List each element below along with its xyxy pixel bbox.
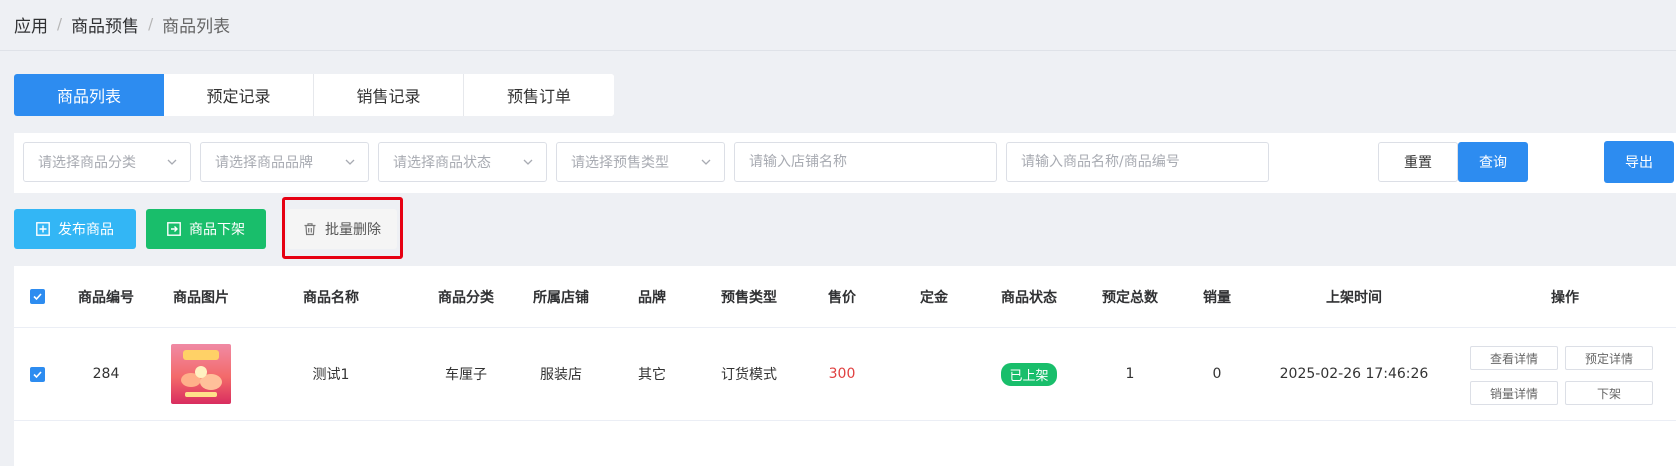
cell-presale-type: 订货模式 <box>721 367 777 383</box>
keyword-field <box>1006 142 1269 182</box>
row-actions: 查看详情 预定详情 销量详情 下架 <box>1470 346 1660 406</box>
chevron-down-icon <box>345 159 355 165</box>
breadcrumb-current: 商品列表 <box>162 16 231 37</box>
presale-type-select-placeholder: 请选择预售类型 <box>571 155 669 171</box>
breadcrumb-separator: / <box>148 15 154 33</box>
brand-select[interactable]: 请选择商品品牌 <box>200 142 369 182</box>
cell-deposit <box>904 328 964 420</box>
chevron-down-icon <box>701 159 711 165</box>
query-button[interactable]: 查询 <box>1458 142 1528 182</box>
category-select[interactable]: 请选择商品分类 <box>23 142 191 182</box>
publish-product-button[interactable]: 发布商品 <box>14 209 136 249</box>
cell-price: 300 <box>828 366 856 382</box>
category-select-placeholder: 请选择商品分类 <box>38 155 136 171</box>
cell-shop: 服装店 <box>540 367 582 383</box>
column-header-id: 商品编号 <box>78 289 134 306</box>
cell-listed-at: 2025-02-26 17:46:26 <box>1279 366 1429 382</box>
plus-square-icon <box>36 222 50 236</box>
export-button[interactable]: 导出 <box>1604 141 1674 183</box>
take-offline-button[interactable]: 下架 <box>1565 381 1653 405</box>
cell-reserved-total: 1 <box>1125 366 1135 382</box>
status-badge: 已上架 <box>1001 362 1057 386</box>
product-table: 商品编号 商品图片 商品名称 商品分类 所属店铺 品牌 预售类型 售价 定金 商… <box>14 266 1676 466</box>
status-select-placeholder: 请选择商品状态 <box>393 155 491 171</box>
row-checkbox[interactable] <box>28 328 46 420</box>
reservation-details-button[interactable]: 预定详情 <box>1565 346 1653 370</box>
select-all-checkbox[interactable] <box>28 266 46 327</box>
cell-status: 已上架 <box>984 328 1074 420</box>
keyword-input[interactable] <box>1021 143 1268 181</box>
header-divider <box>0 50 1676 51</box>
cell-name: 测试1 <box>312 367 350 383</box>
column-header-presale-type: 预售类型 <box>721 289 777 306</box>
cell-brand: 其它 <box>638 367 666 383</box>
column-header-price: 售价 <box>828 289 856 306</box>
column-header-actions: 操作 <box>1551 289 1579 306</box>
shop-name-input[interactable] <box>749 143 996 181</box>
tab-product-list[interactable]: 商品列表 <box>14 74 164 116</box>
brand-select-placeholder: 请选择商品品牌 <box>215 155 313 171</box>
sales-details-button[interactable]: 销量详情 <box>1470 381 1558 405</box>
cell-id: 284 <box>92 366 120 382</box>
presale-type-select[interactable]: 请选择预售类型 <box>556 142 725 182</box>
product-offline-button[interactable]: 商品下架 <box>146 209 266 249</box>
table-row: 284 测试1 车厘子 服装店 其它 订货模式 300 已上架 1 0 2025… <box>14 328 1676 421</box>
product-thumbnail[interactable] <box>171 344 231 404</box>
column-header-reserved-total: 预定总数 <box>1102 289 1158 306</box>
tab-bar: 商品列表 预定记录 销售记录 预售订单 <box>14 74 614 116</box>
column-header-shop: 所属店铺 <box>533 289 589 306</box>
product-offline-label: 商品下架 <box>189 222 245 238</box>
column-header-status: 商品状态 <box>1001 289 1057 306</box>
checkbox-checked-icon <box>29 289 45 304</box>
column-header-brand: 品牌 <box>638 289 666 306</box>
column-header-category: 商品分类 <box>438 289 494 306</box>
chevron-down-icon <box>523 159 533 165</box>
column-header-listed-at: 上架时间 <box>1326 289 1382 306</box>
cell-image <box>156 328 246 420</box>
breadcrumb-app[interactable]: 应用 <box>14 12 48 37</box>
chevron-down-icon <box>167 159 177 165</box>
column-header-deposit: 定金 <box>920 289 948 306</box>
breadcrumb-presale[interactable]: 商品预售 <box>71 12 139 37</box>
table-header: 商品编号 商品图片 商品名称 商品分类 所属店铺 品牌 预售类型 售价 定金 商… <box>14 266 1676 328</box>
column-header-image: 商品图片 <box>173 289 229 306</box>
publish-product-label: 发布商品 <box>58 222 114 238</box>
checkbox-checked-icon <box>29 366 45 382</box>
breadcrumb-separator: / <box>57 15 63 33</box>
tab-sales-records[interactable]: 销售记录 <box>314 74 464 116</box>
filter-bar: 请选择商品分类 请选择商品品牌 请选择商品状态 请选择预售类型 重置 查询 导出 <box>14 133 1676 193</box>
column-header-name: 商品名称 <box>303 289 359 306</box>
highlight-box <box>282 197 403 259</box>
status-select[interactable]: 请选择商品状态 <box>378 142 547 182</box>
column-header-sales: 销量 <box>1203 289 1231 306</box>
cell-sales: 0 <box>1212 366 1222 382</box>
export-box-icon <box>167 222 181 236</box>
tab-presale-orders[interactable]: 预售订单 <box>464 74 614 116</box>
tab-reservation-records[interactable]: 预定记录 <box>164 74 314 116</box>
breadcrumb: 应用 / 商品预售 / 商品列表 <box>14 12 231 37</box>
reset-button[interactable]: 重置 <box>1378 142 1458 182</box>
cell-category: 车厘子 <box>445 367 487 383</box>
view-details-button[interactable]: 查看详情 <box>1470 346 1558 370</box>
shop-name-field <box>734 142 997 182</box>
